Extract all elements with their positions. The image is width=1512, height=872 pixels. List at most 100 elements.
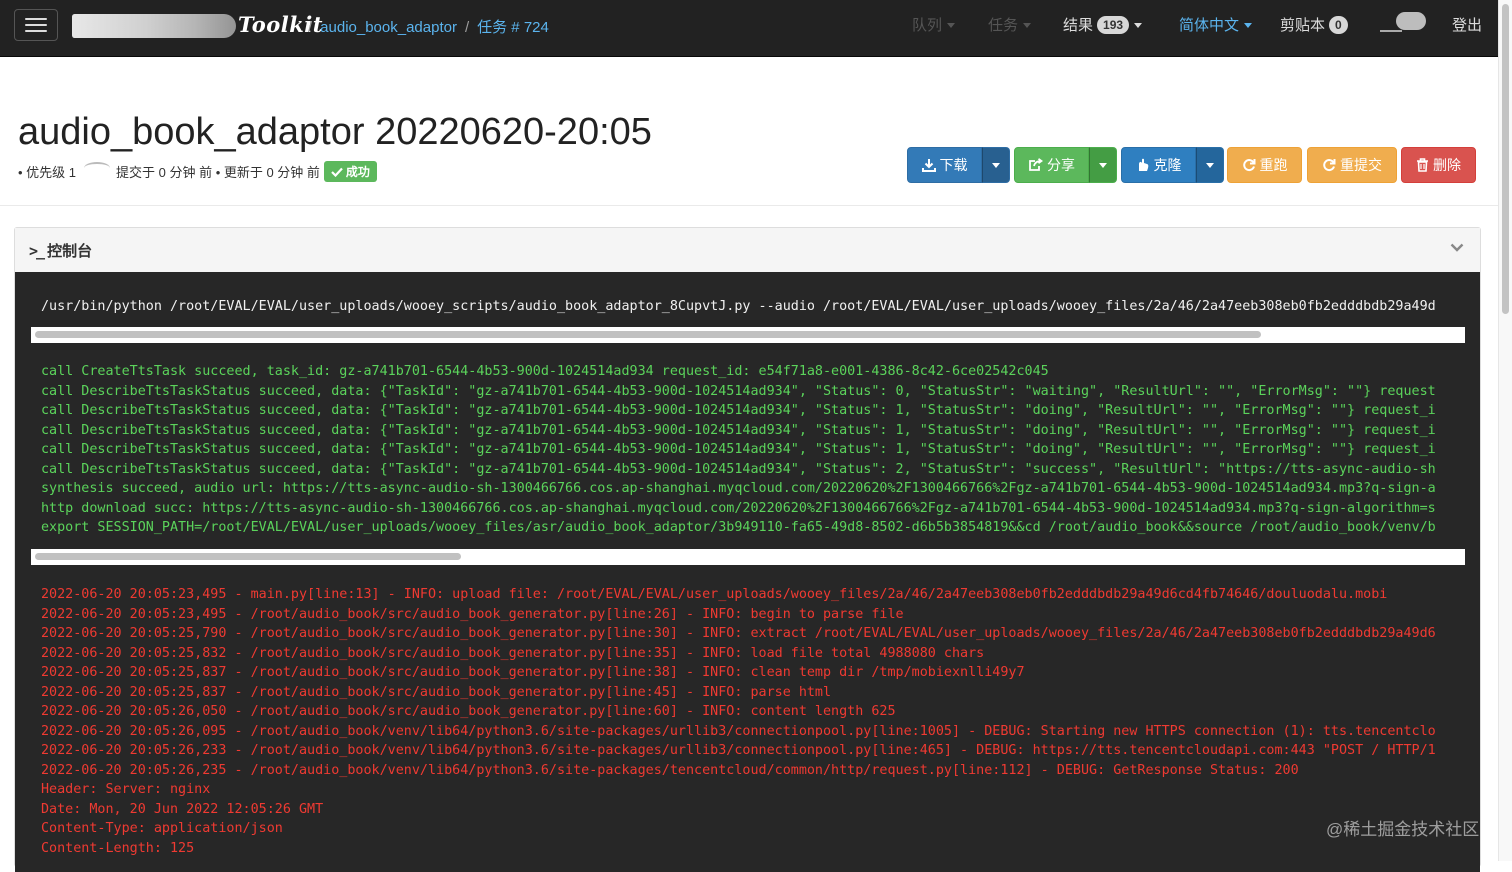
trash-icon	[1417, 158, 1428, 172]
priority-text: • 优先级 1	[18, 165, 77, 180]
stderr-block: 2022-06-20 20:05:23,495 - main.py[line:1…	[41, 585, 1465, 858]
share-button[interactable]: 分享	[1014, 147, 1089, 183]
download-button[interactable]: 下载	[907, 147, 982, 183]
caret-down-icon	[1244, 23, 1253, 28]
delete-label: 删除	[1433, 157, 1461, 173]
clipboard-label: 剪贴本	[1280, 17, 1326, 34]
download-label: 下载	[939, 157, 968, 173]
clone-icon	[1138, 158, 1148, 171]
results-count-badge: 193	[1097, 16, 1130, 34]
rerun-group: 重跑	[1227, 147, 1302, 183]
resubmit-label: 重提交	[1340, 157, 1382, 173]
share-label: 分享	[1047, 157, 1075, 173]
hamburger-icon	[25, 24, 47, 26]
chevron-down-icon[interactable]	[1450, 240, 1464, 254]
log-line: call DescribeTtsTaskStatus succeed, data…	[41, 442, 1436, 457]
stdout-scrollbar[interactable]	[31, 549, 1465, 565]
log-line: Content-Type: application/json	[41, 821, 283, 836]
command-line: /usr/bin/python /root/EVAL/EVAL/user_upl…	[41, 299, 1436, 314]
log-line: Date: Mon, 20 Jun 2022 12:05:26 GMT	[41, 801, 324, 817]
breadcrumb-separator: /	[308, 19, 313, 36]
clipboard-count-badge: 0	[1329, 16, 1348, 34]
download-options-button[interactable]	[982, 147, 1010, 183]
caret-down-icon	[1134, 23, 1143, 28]
log-line: 2022-06-20 20:05:25,837 - /root/audio_bo…	[41, 684, 832, 700]
console-panel: >_ 控制台 /usr/bin/python /root/EVAL/EVAL/u…	[14, 227, 1481, 872]
share-group: 分享	[1014, 147, 1117, 183]
caret-down-icon	[1206, 162, 1214, 168]
nav-results-label: 结果	[1063, 17, 1094, 34]
log-line: 2022-06-20 20:05:26,233 - /root/audio_bo…	[41, 743, 1436, 758]
rerun-button[interactable]: 重跑	[1227, 147, 1302, 183]
download-icon	[921, 159, 936, 172]
blurred-username	[1396, 12, 1426, 30]
log-line: 2022-06-20 20:05:26,235 - /root/audio_bo…	[41, 762, 1299, 778]
breadcrumb-job-link[interactable]: 任务 # 724	[477, 19, 549, 36]
log-line: http download succ: https://tts-async-au…	[41, 500, 1436, 516]
window-scroll-thumb[interactable]	[1502, 4, 1509, 314]
log-line: export SESSION_PATH=/root/EVAL/EVAL/user…	[41, 520, 1436, 535]
command-scroll-thumb[interactable]	[35, 331, 1261, 338]
rerun-label: 重跑	[1259, 157, 1288, 173]
clone-label: 克隆	[1153, 157, 1182, 173]
nav-tasks-label: 任务	[988, 17, 1019, 34]
language-label: 简体中文	[1179, 17, 1240, 34]
nav-clipboard-link[interactable]: 剪贴本 0	[1280, 0, 1348, 52]
stdout-scroll-thumb[interactable]	[35, 553, 461, 560]
menu-toggle-button[interactable]	[14, 9, 58, 41]
log-line: call CreateTtsTask succeed, task_id: gz-…	[41, 364, 1049, 379]
nav-queue-dropdown[interactable]: 队列	[912, 0, 956, 52]
user-menu[interactable]	[1380, 12, 1426, 32]
breadcrumb: / audio_book_adaptor / 任务 # 724	[300, 16, 549, 37]
brand-logo[interactable]: Toolkit	[72, 12, 322, 40]
clone-options-button[interactable]	[1196, 147, 1224, 183]
loading-arc	[84, 161, 111, 174]
delete-button[interactable]: 删除	[1401, 147, 1476, 183]
watermark-text: @稀土掘金技术社区	[1326, 820, 1480, 839]
log-line: 2022-06-20 20:05:25,790 - /root/audio_bo…	[41, 626, 1436, 641]
caret-down-icon	[1099, 162, 1107, 168]
caret-down-icon	[947, 23, 956, 28]
console-output: /usr/bin/python /root/EVAL/EVAL/user_upl…	[15, 272, 1480, 872]
console-title: >_ 控制台	[29, 240, 92, 261]
log-line: Header: Server: nginx	[41, 782, 211, 797]
breadcrumb-script-link[interactable]: audio_book_adaptor	[320, 19, 457, 36]
clone-button[interactable]: 克隆	[1121, 147, 1196, 183]
language-dropdown[interactable]: 简体中文	[1179, 0, 1253, 52]
console-title-text: 控制台	[47, 243, 93, 260]
resubmit-button[interactable]: 重提交	[1307, 147, 1397, 183]
caret-down-icon	[1023, 23, 1032, 28]
stdout-block: call CreateTtsTask succeed, task_id: gz-…	[41, 362, 1465, 538]
caret-down-icon	[992, 162, 1000, 168]
job-meta: • 优先级 1 提交于 0 分钟 前 • 更新于 0 分钟 前 成功	[18, 161, 377, 182]
resubmit-group: 重提交	[1307, 147, 1397, 183]
log-line: synthesis succeed, audio url: https://tt…	[41, 481, 1436, 496]
hamburger-icon	[25, 18, 47, 20]
user-underline	[1380, 30, 1402, 32]
page-title: audio_book_adaptor 20220620-20:05	[18, 111, 652, 153]
nav-results-dropdown[interactable]: 结果 193	[1063, 0, 1143, 52]
log-line: call DescribeTtsTaskStatus succeed, data…	[41, 403, 1436, 418]
status-text: 成功	[345, 165, 370, 179]
nav-tasks-dropdown[interactable]: 任务	[988, 0, 1032, 52]
terminal-icon: >_	[29, 241, 45, 260]
console-panel-heading[interactable]: >_ 控制台	[15, 228, 1480, 273]
refresh-icon	[1323, 159, 1336, 171]
submitted-text: 提交于 0 分钟 前 • 更新于 0 分钟 前	[116, 165, 320, 180]
log-line: 2022-06-20 20:05:23,495 - /root/audio_bo…	[41, 606, 904, 622]
check-icon	[331, 167, 343, 177]
log-line: 2022-06-20 20:05:26,050 - /root/audio_bo…	[41, 704, 896, 719]
log-line: 2022-06-20 20:05:23,495 - main.py[line:1…	[41, 587, 1388, 602]
command-scrollbar[interactable]	[31, 327, 1465, 343]
log-line: call DescribeTtsTaskStatus succeed, data…	[41, 383, 1436, 399]
logout-link[interactable]: 登出	[1452, 0, 1482, 52]
nav-queue-label: 队列	[912, 17, 943, 34]
log-line: 2022-06-20 20:05:25,837 - /root/audio_bo…	[41, 665, 1025, 680]
window-scrollbar[interactable]	[1498, 0, 1512, 861]
top-navbar: Toolkit / audio_book_adaptor / 任务 # 724 队列 …	[0, 0, 1498, 57]
log-line: Content-Length: 125	[41, 840, 195, 856]
delete-group: 删除	[1401, 147, 1476, 183]
share-icon	[1029, 158, 1043, 171]
share-options-button[interactable]	[1089, 147, 1117, 183]
log-line: 2022-06-20 20:05:26,095 - /root/audio_bo…	[41, 723, 1436, 739]
